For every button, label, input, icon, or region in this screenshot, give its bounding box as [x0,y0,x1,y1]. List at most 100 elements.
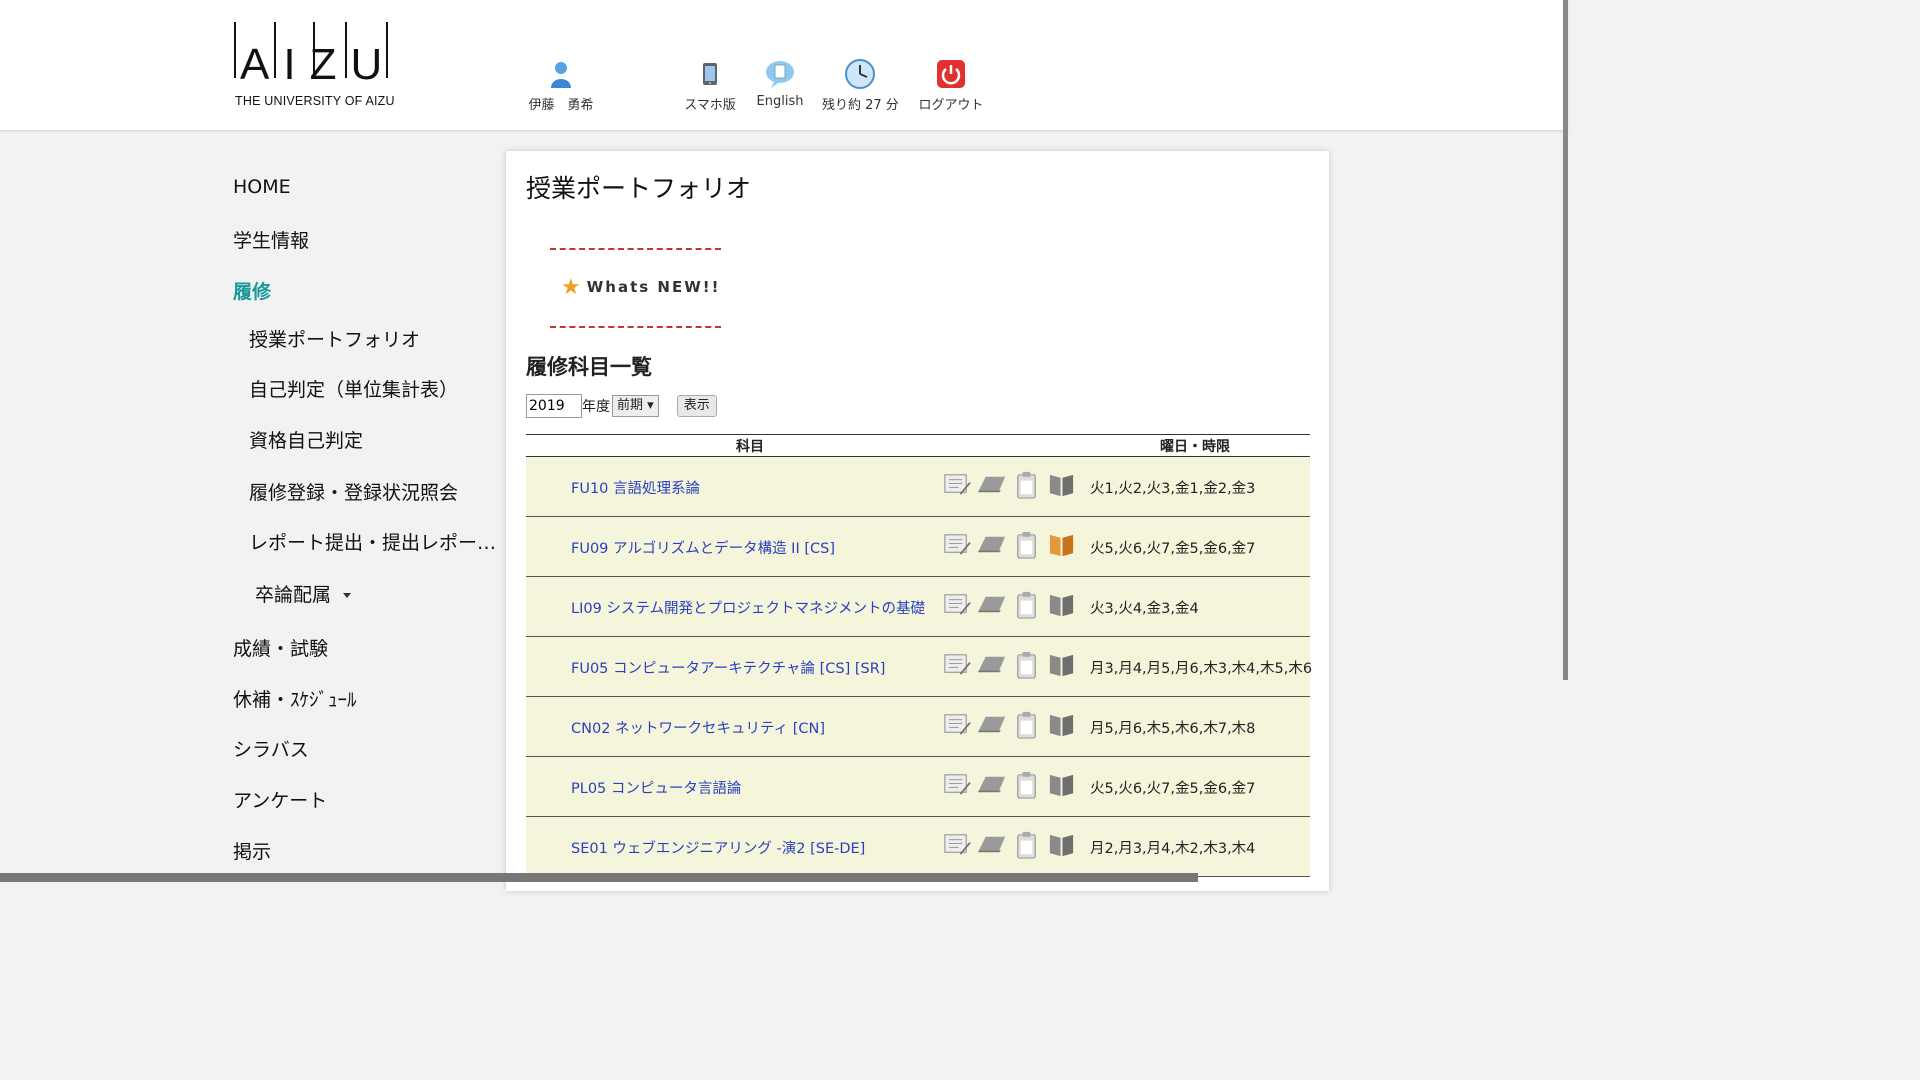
book-icon[interactable] [1046,589,1077,620]
nav-self-assessment[interactable]: 自己判定（単位集計表） [249,375,458,402]
nav-home[interactable]: HOME [233,176,291,198]
clipboard-icon[interactable] [1011,769,1042,800]
clock-icon [845,59,875,89]
laptop-icon[interactable] [976,829,1007,860]
column-header-course: 科目 [736,439,764,455]
nav-bulletin[interactable]: 掲示 [233,837,271,864]
book-icon[interactable] [1046,469,1077,500]
memo-icon[interactable] [941,589,972,620]
nav-qualification-check[interactable]: 資格自己判定 [249,426,363,453]
course-table: 科目 曜日・時限 FU10 言語処理系論 火1,火2,火3,金1,金2,金3 FU0… [526,434,1313,877]
year-suffix: 年度 [582,399,610,415]
memo-icon[interactable] [941,709,972,740]
table-row: LI09 システム開発とプロジェクトマネジメントの基礎 火3,火4,金3,金4 [526,577,1310,637]
book-icon[interactable] [1046,829,1077,860]
clipboard-icon[interactable] [1011,829,1042,860]
schedule-cell: 火5,火6,火7,金5,金6,金7 [1090,541,1256,557]
book-active-icon[interactable] [1046,529,1077,560]
smartphone-icon [703,63,717,85]
course-link[interactable]: FU09 アルゴリズムとデータ構造 II [CS] [571,537,835,558]
laptop-icon[interactable] [976,709,1007,740]
university-logo[interactable]: AIZU THE UNIVERSITY OF AIZU [234,22,397,110]
nav-report-submission[interactable]: レポート提出・提出レポー… [249,528,496,555]
logout-button[interactable]: ログアウト [916,58,986,113]
table-row: FU09 アルゴリズムとデータ構造 II [CS] 火5,火6,火7,金5,金6,… [526,517,1310,577]
page-title: 授業ポートフォリオ [526,174,752,203]
year-input[interactable] [526,394,582,418]
logout-label: ログアウト [918,98,984,113]
nav-thesis-label: 卒論配属 [255,584,332,606]
book-icon[interactable] [1046,709,1077,740]
term-select[interactable]: 前期 ▾ [612,395,659,417]
laptop-icon[interactable] [976,469,1007,500]
course-link[interactable]: FU10 言語処理系論 [571,477,700,498]
table-row: FU05 コンピュータアーキテクチャ論 [CS] [SR] 月3,月4,月5,月6… [526,637,1313,697]
clipboard-icon[interactable] [1011,469,1042,500]
star-icon: ★ [561,275,583,300]
course-link[interactable]: PL05 コンピュータ言語論 [571,777,741,798]
vertical-scrollbar[interactable] [1563,0,1568,680]
nav-student-info[interactable]: 学生情報 [233,226,309,253]
laptop-icon[interactable] [976,529,1007,560]
section-title: 履修科目一覧 [526,355,652,379]
time-remaining: 残り約 27 分 [822,98,899,113]
course-link[interactable]: FU05 コンピュータアーキテクチャ論 [CS] [SR] [571,657,885,678]
course-actions [941,469,1077,500]
mobile-version-link[interactable]: スマホ版 [680,58,740,113]
clipboard-icon[interactable] [1011,529,1042,560]
laptop-icon[interactable] [976,769,1007,800]
schedule-cell: 月3,月4,月5,月6,木3,木4,木5,木6 [1090,661,1313,677]
table-row: PL05 コンピュータ言語論 火5,火6,火7,金5,金6,金7 [526,757,1310,817]
memo-icon[interactable] [941,829,972,860]
table-row: SE01 ウェブエンジニアリング -演2 [SE-DE] 月2,月3,月4,木2,… [526,817,1310,877]
schedule-cell: 火3,火4,金3,金4 [1090,601,1199,617]
show-button[interactable]: 表示 [676,395,717,417]
nav-schedule[interactable]: 休補・ｽｹｼﾞｭｰﾙ [233,685,357,712]
course-actions [941,769,1077,800]
nav-class-portfolio[interactable]: 授業ポートフォリオ [249,325,420,352]
nav-registration-status[interactable]: 履修登録・登録状況照会 [249,478,458,505]
table-header: 科目 曜日・時限 [526,434,1310,457]
nav-syllabus[interactable]: シラバス [233,735,309,762]
whats-new-link[interactable]: ★ Whats NEW!! [561,275,720,300]
english-label: English [756,94,804,109]
horizontal-scrollbar[interactable] [0,873,1198,882]
clipboard-icon[interactable] [1011,589,1042,620]
logo-subtitle: THE UNIVERSITY OF AIZU [235,94,395,108]
course-link[interactable]: SE01 ウェブエンジニアリング -演2 [SE-DE] [571,837,865,858]
course-actions [941,829,1077,860]
caret-down-icon [343,593,352,598]
course-link[interactable]: CN02 ネットワークセキュリティ [CN] [571,717,825,738]
course-actions [941,529,1077,560]
term-selected: 前期 [617,398,644,413]
table-row: CN02 ネットワークセキュリティ [CN] 月5,月6,木5,木6,木7,木8 [526,697,1310,757]
clipboard-icon[interactable] [1011,649,1042,680]
column-header-schedule: 曜日・時限 [1160,439,1230,455]
header: AIZU THE UNIVERSITY OF AIZU 伊藤 勇希 スマホ版 E… [0,0,1568,131]
course-link[interactable]: LI09 システム開発とプロジェクトマネジメントの基礎 [571,597,925,618]
user-icon [551,62,571,88]
nav-thesis-assignment[interactable]: 卒論配属 [255,580,352,607]
course-actions [941,709,1077,740]
schedule-cell: 月2,月3,月4,木2,木3,木4 [1090,841,1256,857]
book-icon[interactable] [1046,769,1077,800]
english-icon [766,61,794,88]
nav-course-registration[interactable]: 履修 [233,277,271,304]
memo-icon[interactable] [941,529,972,560]
laptop-icon[interactable] [976,589,1007,620]
memo-icon[interactable] [941,769,972,800]
clipboard-icon[interactable] [1011,709,1042,740]
nav-survey[interactable]: アンケート [233,786,327,813]
user-name: 伊藤 勇希 [528,98,594,113]
book-icon[interactable] [1046,649,1077,680]
schedule-cell: 火1,火2,火3,金1,金2,金3 [1090,481,1256,497]
logo-text: AIZU [240,40,397,89]
memo-icon[interactable] [941,469,972,500]
user-menu[interactable]: 伊藤 勇希 [528,58,594,113]
laptop-icon[interactable] [976,649,1007,680]
memo-icon[interactable] [941,649,972,680]
mobile-label: スマホ版 [684,98,736,113]
english-link[interactable]: English [754,58,806,109]
session-timer: 残り約 27 分 [822,58,899,113]
nav-grades-exams[interactable]: 成績・試験 [233,634,328,661]
